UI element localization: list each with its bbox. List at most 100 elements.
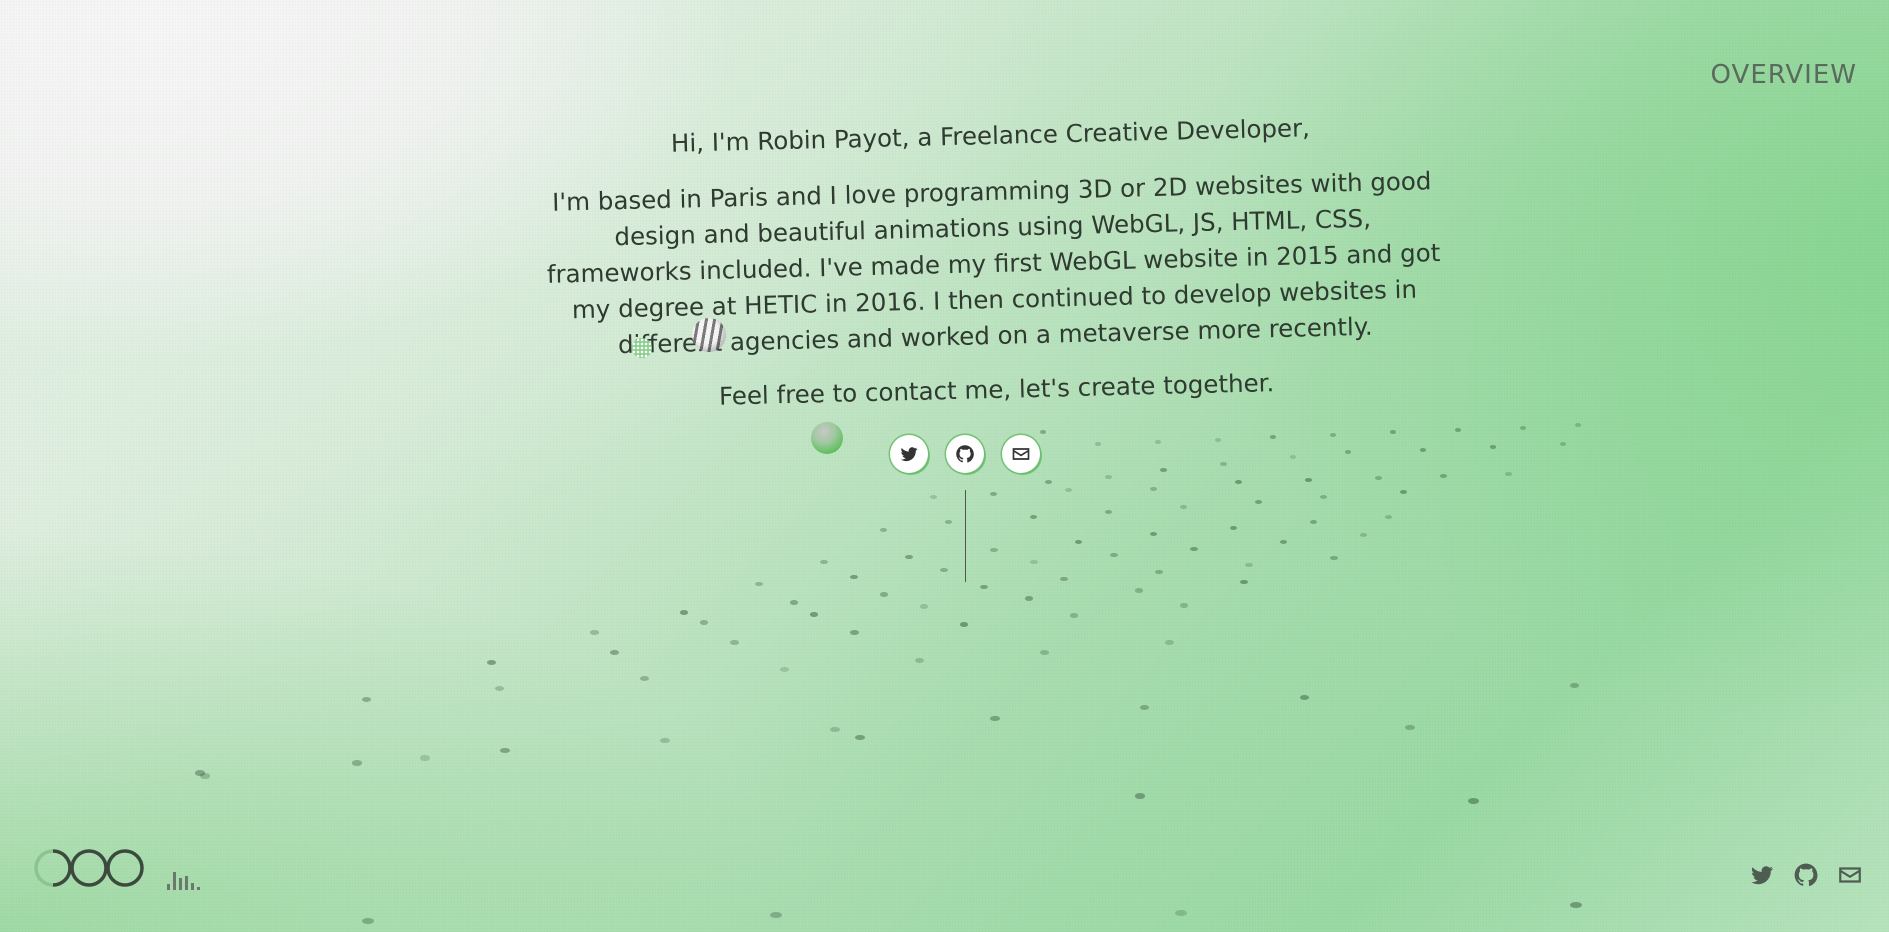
field-dot	[755, 582, 763, 586]
field-dot	[1360, 533, 1367, 537]
field-dot	[1025, 596, 1033, 601]
intro-greeting: Hi, I'm Robin Payot, a Freelance Creativ…	[520, 107, 1461, 166]
field-dot	[1375, 476, 1382, 480]
field-dot	[780, 667, 789, 672]
scroll-indicator-line	[965, 490, 966, 582]
overview-link[interactable]: OVERVIEW	[1711, 60, 1857, 90]
field-dot	[1140, 705, 1149, 710]
field-dot	[915, 658, 924, 663]
mail-icon	[1011, 444, 1031, 464]
striped-ball[interactable]	[692, 318, 726, 352]
field-dot	[1220, 462, 1227, 466]
social-links	[890, 435, 1040, 473]
field-dot	[1150, 487, 1157, 491]
field-dot	[1215, 438, 1221, 442]
field-dot	[1190, 547, 1198, 551]
field-dot	[1105, 475, 1112, 479]
field-dot	[1330, 556, 1338, 560]
field-dot	[1570, 683, 1579, 688]
field-dot	[1135, 588, 1143, 593]
field-dot	[810, 612, 818, 617]
intro-bio: I'm based in Paris and I love programmin…	[542, 163, 1446, 365]
field-dot	[980, 585, 988, 589]
field-dot	[700, 620, 708, 625]
field-dot	[850, 575, 858, 579]
mail-icon[interactable]	[1837, 862, 1863, 888]
field-dot	[362, 697, 371, 702]
field-dot	[495, 686, 504, 691]
field-dot	[362, 918, 374, 924]
field-dot	[960, 622, 968, 627]
field-dot	[1520, 426, 1526, 430]
field-dot	[1030, 515, 1037, 519]
field-dot	[1105, 510, 1112, 514]
field-dot	[1440, 474, 1447, 478]
field-dot	[850, 630, 859, 635]
three-circles-logo-icon[interactable]	[34, 848, 144, 888]
field-dot	[1468, 798, 1479, 804]
field-dot	[1385, 515, 1392, 519]
field-dot	[830, 727, 840, 732]
twitter-icon	[899, 444, 919, 464]
field-dot	[1405, 725, 1415, 730]
field-dot	[1045, 480, 1052, 484]
field-dot	[1180, 505, 1187, 509]
field-dot	[680, 610, 688, 615]
field-dot	[1505, 472, 1512, 476]
field-dot	[770, 912, 782, 918]
field-dot	[940, 568, 948, 572]
field-dot	[1575, 423, 1581, 427]
field-dot	[1245, 563, 1253, 567]
field-dot	[660, 738, 670, 743]
field-dot	[1180, 603, 1188, 608]
field-dot	[1240, 580, 1248, 584]
field-dot	[945, 520, 952, 524]
field-dot	[1290, 455, 1296, 459]
mail-button[interactable]	[1002, 435, 1040, 473]
field-dot	[1330, 433, 1336, 437]
field-dot	[1040, 430, 1046, 434]
field-dot	[1400, 490, 1407, 494]
field-dot	[1030, 560, 1038, 564]
field-dot	[1230, 526, 1237, 530]
field-dot	[500, 748, 510, 753]
sound-bars-icon[interactable]	[166, 868, 202, 890]
github-button[interactable]	[946, 435, 984, 473]
field-dot	[1040, 650, 1049, 655]
field-dot	[930, 495, 937, 499]
field-dot	[1135, 793, 1145, 799]
field-dot	[790, 600, 798, 605]
field-dot	[820, 560, 828, 564]
green-ball[interactable]	[811, 422, 843, 454]
field-dot	[880, 592, 888, 597]
dotted-ball[interactable]	[632, 338, 652, 358]
field-dot	[1390, 430, 1396, 434]
footer-social-links	[1749, 862, 1863, 888]
field-dot	[1160, 468, 1167, 472]
intro-cta: Feel free to contact me, let's create to…	[526, 360, 1467, 419]
field-dot	[1490, 445, 1496, 449]
field-dot	[1150, 532, 1157, 536]
field-dot	[1060, 577, 1068, 581]
field-dot	[1065, 488, 1072, 492]
field-dot	[880, 528, 887, 532]
github-icon	[955, 444, 975, 464]
field-dot	[1280, 540, 1287, 544]
field-dot	[1070, 613, 1078, 618]
field-dot	[352, 760, 362, 766]
field-dot	[487, 660, 496, 665]
field-dot	[1345, 450, 1351, 454]
field-dot	[855, 735, 865, 740]
field-dot	[1570, 902, 1582, 908]
field-dot	[920, 604, 928, 609]
twitter-icon[interactable]	[1749, 862, 1775, 888]
field-dot	[1095, 442, 1101, 446]
field-dot	[730, 640, 739, 645]
field-dot	[1110, 553, 1118, 557]
github-icon[interactable]	[1793, 862, 1819, 888]
field-dot	[590, 630, 599, 635]
field-dot	[200, 773, 210, 779]
field-dot	[1455, 428, 1461, 432]
field-dot	[1310, 520, 1317, 524]
twitter-button[interactable]	[890, 435, 928, 473]
